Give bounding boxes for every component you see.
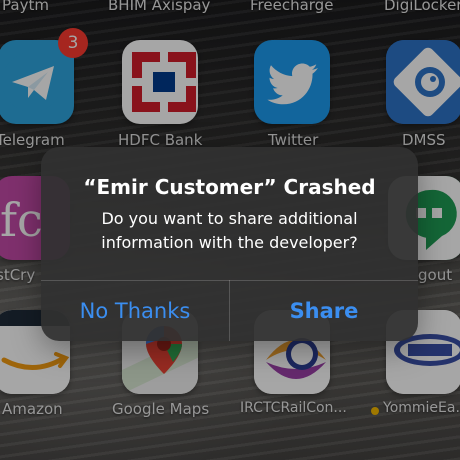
alert-message: Do you want to share additional informat… [41,207,418,255]
no-thanks-button[interactable]: No Thanks [41,281,229,341]
alert-message-line-2: information with the developer? [101,233,358,252]
crash-alert-dialog: “Emir Customer” Crashed Do you want to s… [41,147,418,341]
alert-title: “Emir Customer” Crashed [83,175,376,199]
share-button[interactable]: Share [230,281,418,341]
alert-message-line-1: Do you want to share additional [101,209,358,228]
